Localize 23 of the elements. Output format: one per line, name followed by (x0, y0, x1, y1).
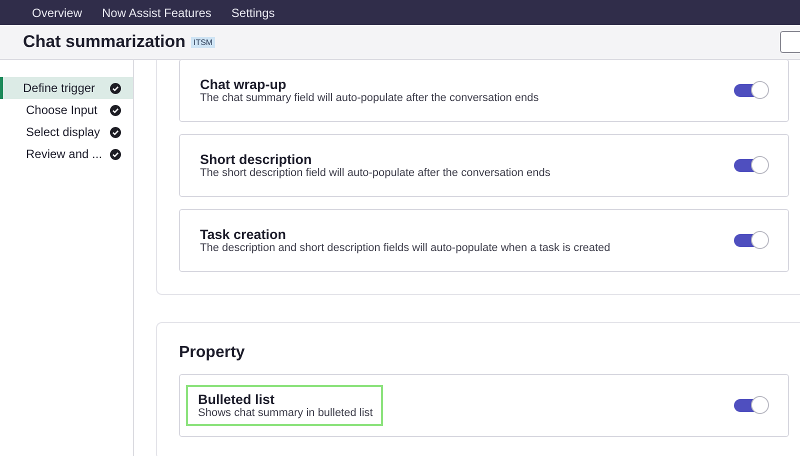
setting-title: Short description (200, 152, 313, 167)
toggle-switch[interactable] (734, 399, 768, 412)
setting-title: Chat wrap-up (200, 77, 288, 92)
setting-description: The chat summary field will auto-populate after the conversation ends (200, 92, 539, 104)
badge: ITSM (191, 36, 215, 48)
setting-description: Shows chat summary in bulleted list (198, 407, 373, 419)
setting-description: The description and short description fields will auto-populate when a task is created (200, 242, 610, 254)
toggle-switch[interactable] (734, 234, 768, 247)
section-heading: Property (179, 343, 246, 362)
step-item[interactable]: Choose Input (0, 99, 133, 121)
nav-link[interactable]: Now Assist Features (102, 6, 212, 20)
nav-link[interactable]: Overview (32, 6, 82, 20)
setting-title: Task creation (200, 227, 288, 242)
header-button[interactable] (780, 31, 800, 53)
step-item[interactable]: Select display (0, 121, 133, 143)
setting-description: The short description field will auto-populate after the conversation ends (200, 167, 550, 179)
nav-link[interactable]: Settings (231, 6, 275, 20)
toggle-switch[interactable] (734, 159, 768, 172)
step-item[interactable]: Review and ... (0, 143, 133, 165)
setting-title: Bulleted list (198, 392, 276, 407)
toggle-switch[interactable] (734, 84, 768, 97)
step-item[interactable]: Define trigger (0, 77, 133, 99)
page-title: Chat summarization (23, 32, 186, 52)
